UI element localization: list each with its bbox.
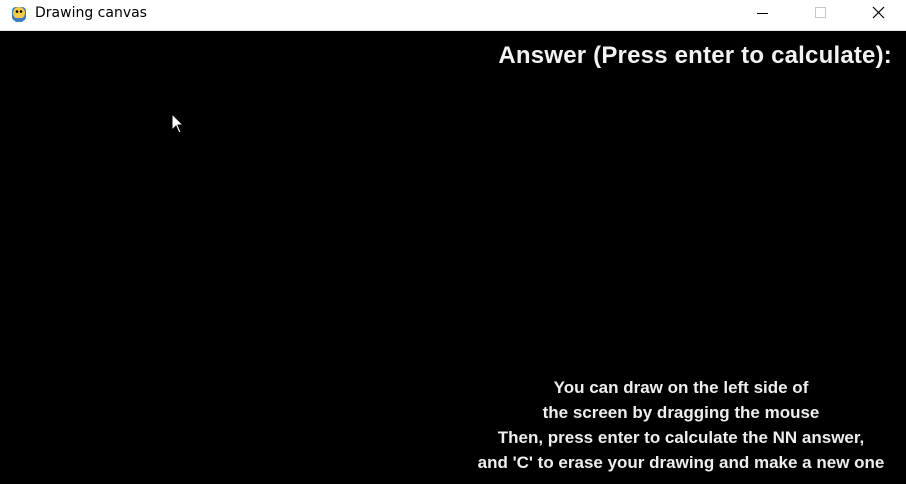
instruction-line: and 'C' to erase your drawing and make a… [477, 453, 885, 472]
instruction-line: the screen by dragging the mouse [542, 403, 820, 422]
window-title: Drawing canvas [35, 5, 147, 21]
title-bar[interactable]: Drawing canvas [0, 0, 906, 31]
minimize-button[interactable] [740, 0, 786, 30]
instruction-line: You can draw on the left side of [553, 378, 809, 397]
drawing-canvas: Answer (Press enter to calculate): You c… [0, 31, 906, 484]
mouse-pointer-icon [171, 112, 185, 135]
maximize-button[interactable] [797, 0, 843, 30]
instruction-line: Then, press enter to calculate the NN an… [497, 428, 865, 447]
close-button[interactable] [855, 0, 901, 30]
app-window: Drawing canvas Answer (Press enter to ca… [0, 0, 906, 484]
answer-heading: Answer (Press enter to calculate): [498, 42, 892, 69]
python-snake-icon [9, 4, 29, 24]
instructions-text: You can draw on the left side of the scr… [453, 375, 906, 475]
drawing-area[interactable] [0, 31, 453, 484]
